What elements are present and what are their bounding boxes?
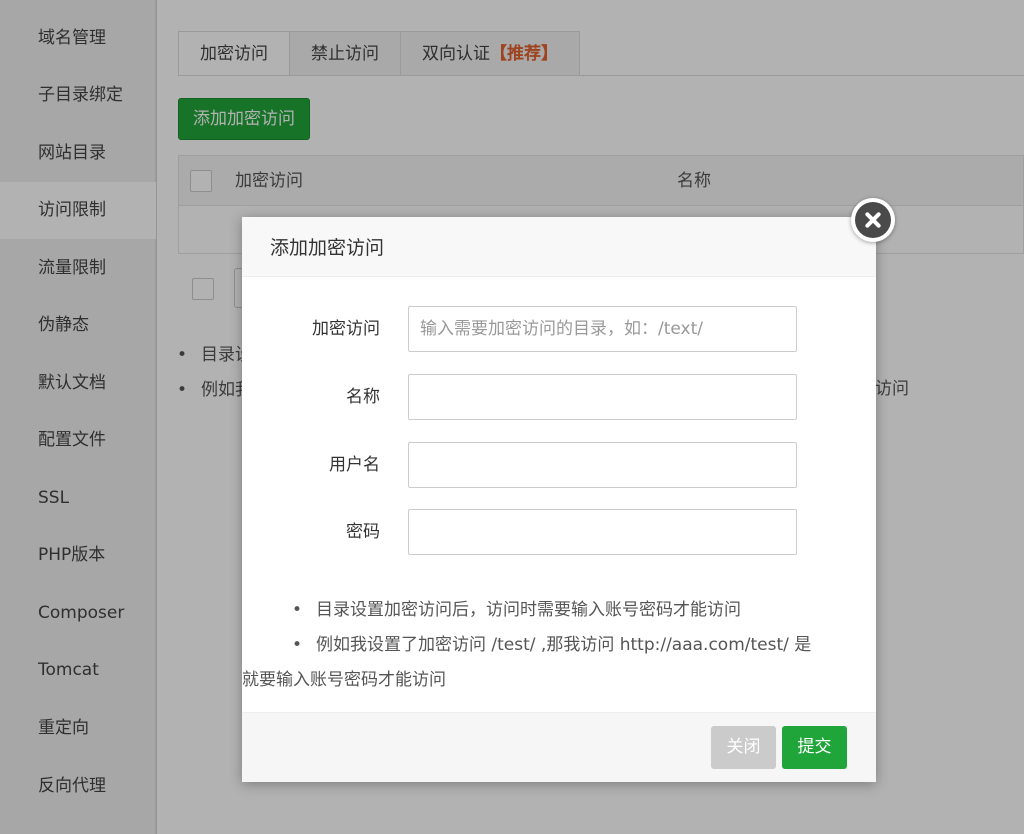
close-button[interactable]: 关闭 <box>711 726 776 769</box>
password-input[interactable] <box>408 509 797 555</box>
list-item: • 例如我设置了加密访问 /test/ ,那我访问 http://aaa.com/… <box>292 628 852 663</box>
dialog-footer: 关闭 提交 <box>242 712 876 782</box>
form-row-password: 密码 <box>242 509 876 555</box>
encrypted-directory-input[interactable] <box>408 306 797 352</box>
form-row-name: 名称 <box>242 374 876 420</box>
name-input[interactable] <box>408 374 797 420</box>
note-text-continued: 就要输入账号密码才能访问 <box>242 670 446 690</box>
username-input[interactable] <box>408 442 797 488</box>
form-row-username: 用户名 <box>242 442 876 488</box>
field-label: 密码 <box>346 522 380 542</box>
dialog-help-notes: • 目录设置加密访问后，访问时需要输入账号密码才能访问 • 例如我设置了加密访问 /… <box>242 593 852 698</box>
list-item: • 目录设置加密访问后，访问时需要输入账号密码才能访问 <box>292 593 852 628</box>
bullet-icon: • <box>292 635 303 655</box>
field-label: 加密访问 <box>312 319 380 339</box>
close-icon-glyph <box>855 202 891 238</box>
form-row-encrypted-access: 加密访问 <box>242 306 876 352</box>
close-icon[interactable] <box>851 198 895 242</box>
add-encrypted-access-dialog: 添加加密访问 加密访问 名称 用户名 密码 • 目录设置加密访问后，访问时需要输入… <box>242 217 876 782</box>
dialog-title: 添加加密访问 <box>242 217 876 277</box>
field-label: 名称 <box>346 387 380 407</box>
note-text: 例如我设置了加密访问 /test/ ,那我访问 http://aaa.com/t… <box>316 635 812 655</box>
note-text: 目录设置加密访问后，访问时需要输入账号密码才能访问 <box>316 600 741 620</box>
submit-button[interactable]: 提交 <box>782 726 847 769</box>
field-label: 用户名 <box>329 455 380 475</box>
bullet-icon: • <box>292 600 303 620</box>
